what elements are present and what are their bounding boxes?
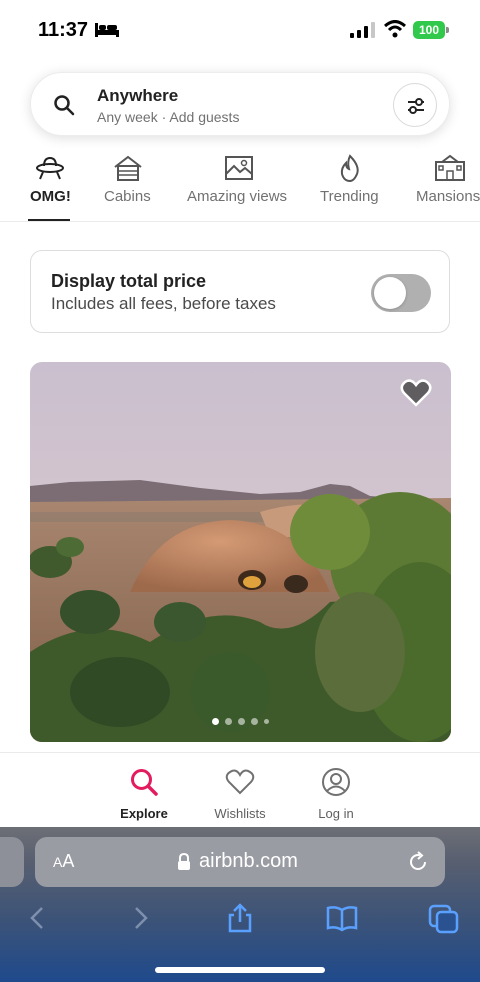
category-label: Amazing views xyxy=(187,188,288,205)
photo-pagination xyxy=(30,718,451,725)
category-label: Trending xyxy=(320,188,379,205)
tab-login[interactable]: Log in xyxy=(296,767,376,821)
mansion-icon xyxy=(435,154,465,181)
category-bar: OMG! Cabins Amazing views Trending Mansi… xyxy=(0,150,480,222)
total-price-toggle[interactable] xyxy=(371,274,431,312)
reload-icon[interactable] xyxy=(407,851,429,873)
sliders-icon xyxy=(408,98,424,114)
wifi-icon xyxy=(384,20,406,38)
browser-chrome: AA airbnb.com xyxy=(0,827,480,982)
tab-wishlists[interactable]: Wishlists xyxy=(200,767,280,821)
flame-icon xyxy=(340,154,359,182)
home-indicator xyxy=(155,967,325,973)
total-price-card: Display total price Includes all fees, b… xyxy=(30,250,450,333)
profile-icon xyxy=(322,768,350,796)
pagination-dot xyxy=(238,718,245,725)
battery-indicator: 100 xyxy=(413,21,449,39)
tab-wishlists-label: Wishlists xyxy=(214,806,266,821)
search-icon xyxy=(54,95,75,116)
pagination-dot xyxy=(251,718,258,725)
view-icon xyxy=(225,156,253,180)
status-bar: 11:37 100 xyxy=(0,0,480,60)
search-bar[interactable]: Anywhere Any week · Add guests xyxy=(30,72,450,136)
status-time: 11:37 xyxy=(38,19,89,41)
share-icon[interactable] xyxy=(224,902,256,934)
category-trending[interactable]: Trending xyxy=(318,150,384,221)
category-mansions[interactable]: Mansions xyxy=(414,150,480,221)
active-category-underline xyxy=(28,219,70,221)
category-cabins[interactable]: Cabins xyxy=(102,150,156,221)
bottom-tab-bar: Explore Wishlists Log in xyxy=(0,752,480,827)
cabin-icon xyxy=(114,155,142,181)
pagination-dot xyxy=(225,718,232,725)
tab-login-label: Log in xyxy=(318,806,354,821)
tab-explore[interactable]: Explore xyxy=(104,767,184,821)
heart-icon[interactable] xyxy=(400,378,432,408)
tab-explore-label: Explore xyxy=(120,806,168,821)
pagination-dot xyxy=(212,718,219,725)
bookmarks-icon[interactable] xyxy=(326,902,358,934)
back-arrow-icon[interactable] xyxy=(22,902,54,934)
heart-icon xyxy=(225,769,255,795)
reader-settings-button[interactable]: AA xyxy=(53,851,74,872)
category-label: OMG! xyxy=(30,188,71,205)
price-toggle-title: Display total price xyxy=(51,271,207,291)
search-guests: Add guests xyxy=(169,109,240,125)
previous-tab[interactable] xyxy=(0,837,24,887)
category-label: Mansions xyxy=(416,188,480,205)
url-text: airbnb.com xyxy=(199,850,298,872)
search-separator: · xyxy=(161,109,167,125)
signal-icon xyxy=(350,22,375,38)
category-label: Cabins xyxy=(104,188,151,205)
forward-arrow-icon[interactable] xyxy=(124,902,156,934)
lock-icon xyxy=(178,853,190,870)
search-destination: Anywhere xyxy=(97,86,179,105)
price-toggle-subtitle: Includes all fees, before taxes xyxy=(51,294,276,313)
toggle-knob xyxy=(374,277,406,309)
search-icon xyxy=(131,769,158,796)
search-subtitle: Any week · Add guests xyxy=(97,109,239,125)
listing-photo xyxy=(30,362,451,742)
category-omg[interactable]: OMG! xyxy=(28,150,72,221)
pagination-dot xyxy=(264,719,269,724)
filter-button[interactable] xyxy=(393,83,437,127)
search-week: Any week xyxy=(97,109,158,125)
listing-card[interactable] xyxy=(30,362,451,742)
ufo-icon xyxy=(36,156,64,180)
category-amazing-views[interactable]: Amazing views xyxy=(186,150,296,221)
battery-level: 100 xyxy=(413,21,445,39)
address-bar[interactable]: AA airbnb.com xyxy=(35,837,445,887)
bed-icon xyxy=(95,23,119,37)
tabs-icon[interactable] xyxy=(428,902,460,934)
